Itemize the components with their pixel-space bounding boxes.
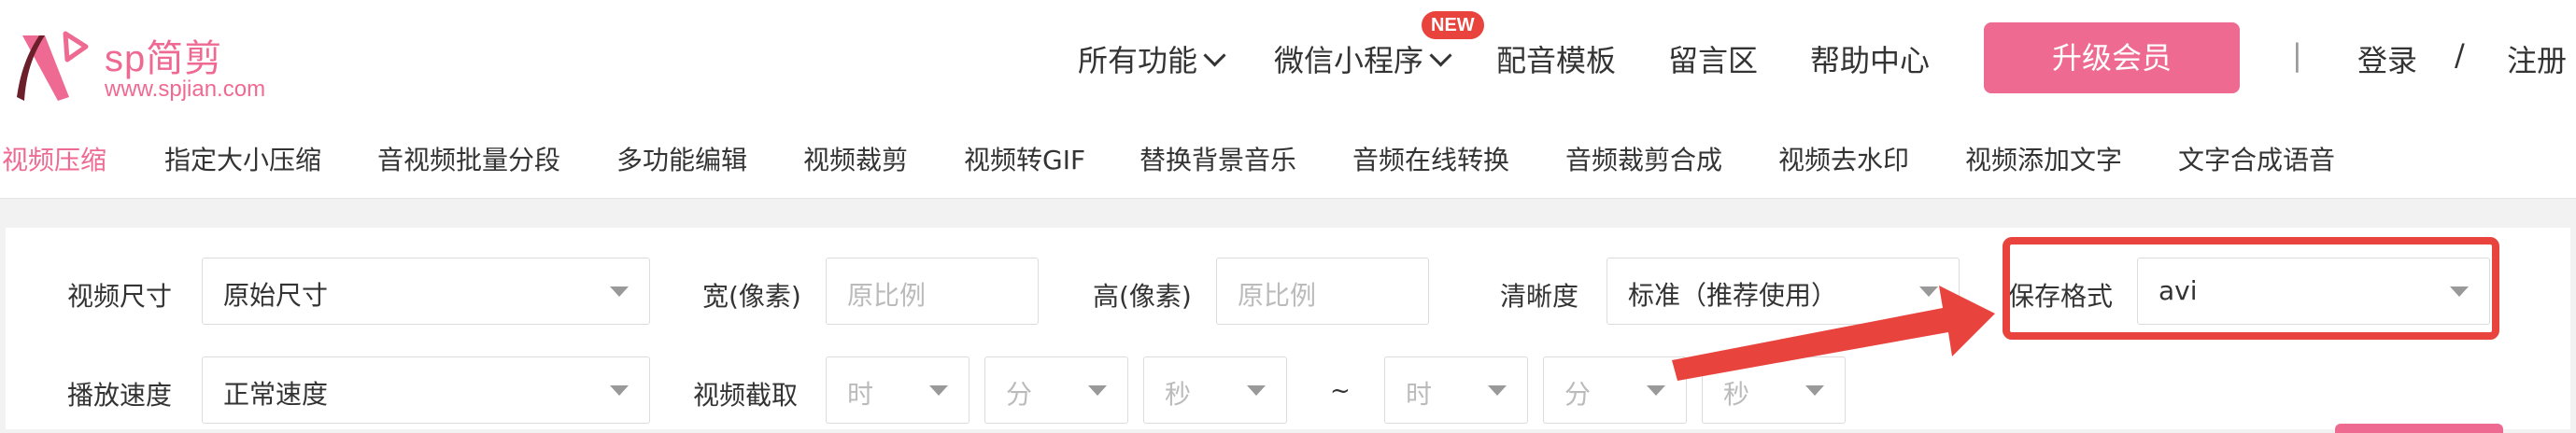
compress-button-edge[interactable] — [2335, 424, 2503, 433]
annotation-arrow-icon — [1672, 286, 1995, 381]
